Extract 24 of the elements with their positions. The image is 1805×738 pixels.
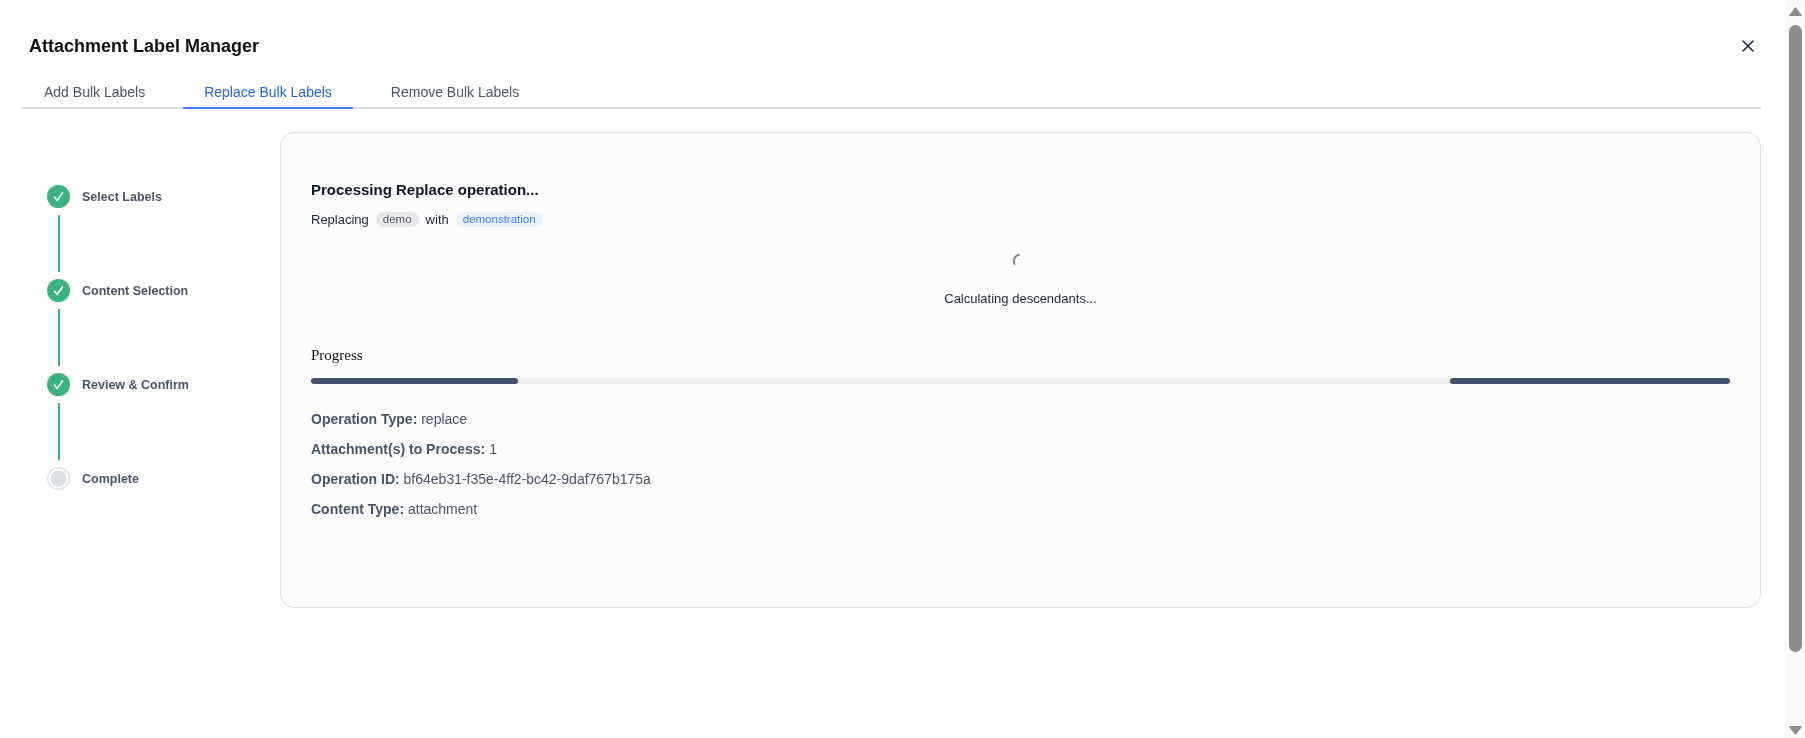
scroll-up-icon[interactable] xyxy=(1788,7,1802,16)
dialog-title: Attachment Label Manager xyxy=(29,35,260,58)
operation-detail: Operation ID: bf64eb31-f35e-4ff2-bc42-9daf767b175a xyxy=(311,470,651,489)
close-icon xyxy=(1742,40,1754,52)
operation-detail: Content Type: attachment xyxy=(311,500,478,519)
operation-detail: Attachment(s) to Process: 1 xyxy=(311,440,497,459)
progress-label: Progress xyxy=(311,346,363,365)
scrollbar[interactable] xyxy=(1785,0,1805,738)
summary-text: with xyxy=(425,211,449,227)
tab[interactable]: Replace Bulk Labels xyxy=(183,82,353,109)
summary-text: Replacing xyxy=(311,211,369,227)
scroll-down-icon[interactable] xyxy=(1788,726,1802,735)
step-label: Select Labels xyxy=(82,189,162,204)
old-label-tag: demo xyxy=(375,211,419,227)
operation-detail: Operation Type: replace xyxy=(311,410,468,429)
new-label-tag: demonstration xyxy=(455,211,543,227)
tab[interactable]: Add Bulk Labels xyxy=(23,82,167,109)
status-message: Calculating descendants... xyxy=(944,290,1097,308)
operation-title: Processing Replace operation... xyxy=(311,180,540,200)
step-label: Content Selection xyxy=(82,283,189,298)
scrollbar-thumb[interactable] xyxy=(1788,25,1802,652)
step-label: Complete xyxy=(82,471,139,486)
step-label: Review & Confirm xyxy=(82,377,189,392)
tab[interactable]: Remove Bulk Labels xyxy=(369,82,541,109)
